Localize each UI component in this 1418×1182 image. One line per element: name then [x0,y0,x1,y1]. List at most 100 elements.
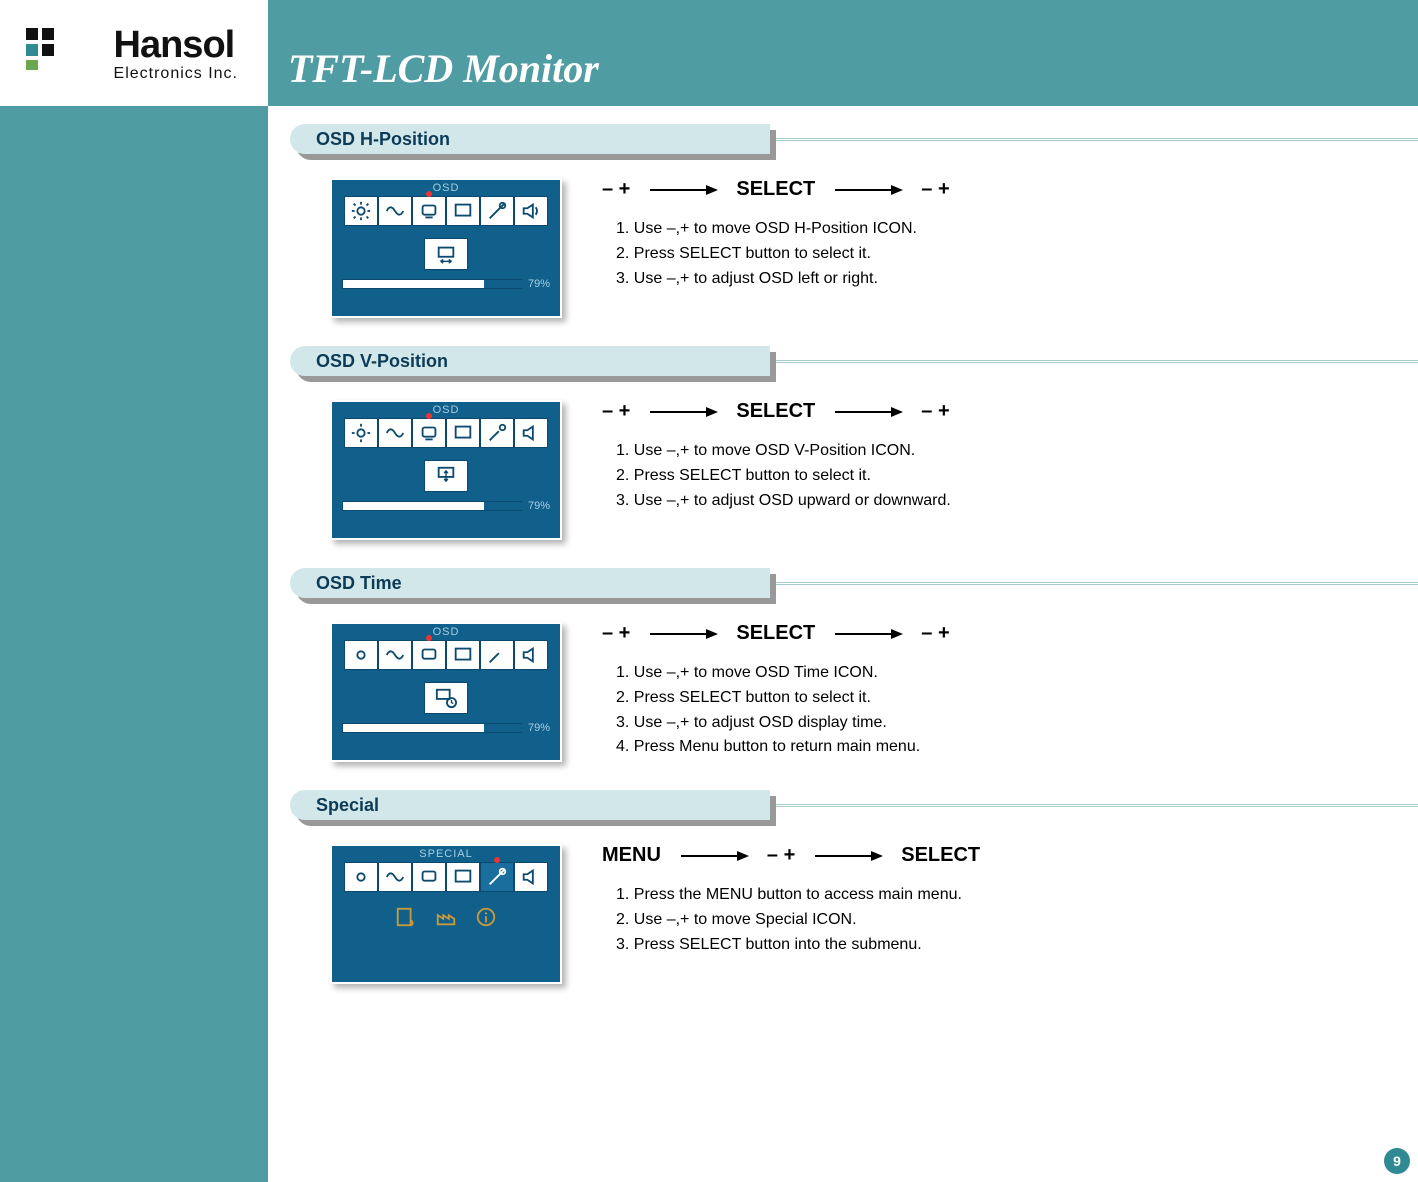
brightness-icon [344,196,378,226]
step: 1. Press the MENU button to access main … [616,883,1418,908]
section-heading: OSD H-Position [290,124,770,154]
step: 1. Use –,+ to move OSD V-Position ICON. [616,439,1418,464]
section-heading: OSD Time [290,568,770,598]
progress-bar [342,723,522,733]
tools-icon [480,418,514,448]
osd-preview-vpos: OSD 79% [330,400,562,540]
osd-panel-label: SPECIAL [332,846,560,862]
adjust-icon [378,862,412,892]
step-list: 1. Use –,+ to move OSD V-Position ICON. … [602,439,1418,513]
hpos-icon [424,238,468,270]
arrow-icon [648,627,718,641]
step: 3. Use –,+ to adjust OSD upward or downw… [616,489,1418,514]
osd-submenu-icon [412,862,446,892]
step: 2. Press SELECT button to select it. [616,242,1418,267]
screen-icon [446,640,480,670]
screen-icon [446,862,480,892]
content-area: OSD H-Position OSD 79% [268,106,1418,1182]
button-flow: – + SELECT – + [602,178,1418,201]
arrow-icon [833,183,903,197]
section-heading: Special [290,790,770,820]
flow-select: SELECT [736,622,815,645]
step-list: 1. Press the MENU button to access main … [602,883,1418,957]
button-flow: – + SELECT – + [602,400,1418,423]
page-number-badge: 9 [1384,1148,1410,1174]
flow-minus-plus: – + [921,178,949,201]
flow-minus-plus: – + [921,400,949,423]
osd-preview-time: OSD 79% [330,622,562,762]
sidebar [0,0,268,1182]
tools-icon [480,862,514,892]
brightness-icon [344,862,378,892]
time-icon [424,682,468,714]
step: 3. Use –,+ to adjust OSD display time. [616,711,1418,736]
progress-bar [342,279,522,289]
flow-minus-plus: – + [602,178,630,201]
osd-preview-hpos: OSD 79% [330,178,562,318]
sound-icon [514,418,548,448]
progress-value: 79% [528,500,550,512]
step: 3. Press SELECT button into the submenu. [616,933,1418,958]
step: 2. Press SELECT button to select it. [616,464,1418,489]
flow-minus-plus: – + [602,400,630,423]
tools-icon [480,640,514,670]
flow-select: SELECT [736,400,815,423]
osd-tab-row [332,196,560,226]
flow-menu: MENU [602,844,661,867]
tools-icon [480,196,514,226]
progress-bar [342,501,522,511]
special-submenu-row [332,906,560,928]
screen-icon [446,418,480,448]
section-osd-v-position: OSD V-Position OSD 79% [290,346,1418,550]
brand-logo: Hansol Electronics Inc. [0,0,268,106]
arrow-icon [648,405,718,419]
flow-select: SELECT [736,178,815,201]
step: 4. Press Menu button to return main menu… [616,735,1418,760]
osd-preview-special: SPECIAL [330,844,562,984]
button-flow: – + SELECT – + [602,622,1418,645]
osd-panel-label: OSD [332,402,560,418]
page-title: TFT-LCD Monitor [288,45,599,92]
adjust-icon [378,418,412,448]
flow-select: SELECT [901,844,980,867]
sound-icon [514,196,548,226]
info-icon [475,906,497,928]
brightness-icon [344,640,378,670]
step: 3. Use –,+ to adjust OSD left or right. [616,267,1418,292]
step: 1. Use –,+ to move OSD Time ICON. [616,661,1418,686]
adjust-icon [378,640,412,670]
step: 2. Press SELECT button to select it. [616,686,1418,711]
section-osd-time: OSD Time OSD 79% [290,568,1418,772]
osd-submenu-icon [412,640,446,670]
osd-panel-label: OSD [332,180,560,196]
step: 2. Use –,+ to move Special ICON. [616,908,1418,933]
osd-panel-label: OSD [332,624,560,640]
step-list: 1. Use –,+ to move OSD Time ICON. 2. Pre… [602,661,1418,760]
flow-minus-plus: – + [602,622,630,645]
section-heading: OSD V-Position [290,346,770,376]
arrow-icon [833,405,903,419]
section-osd-h-position: OSD H-Position OSD 79% [290,124,1418,328]
title-bar: TFT-LCD Monitor [268,0,1418,106]
arrow-icon [813,849,883,863]
osd-submenu-icon [412,418,446,448]
brand-name: Hansol [114,24,235,67]
step-list: 1. Use –,+ to move OSD H-Position ICON. … [602,217,1418,291]
progress-value: 79% [528,722,550,734]
osd-submenu-icon [412,196,446,226]
arrow-icon [679,849,749,863]
sound-icon [514,640,548,670]
step: 1. Use –,+ to move OSD H-Position ICON. [616,217,1418,242]
button-flow: MENU – + SELECT [602,844,1418,867]
brand-sub: Electronics Inc. [114,65,238,83]
recall-icon [395,906,417,928]
adjust-icon [378,196,412,226]
section-special: Special SPECIAL [290,790,1418,994]
arrow-icon [648,183,718,197]
screen-icon [446,196,480,226]
brightness-icon [344,418,378,448]
flow-minus-plus: – + [921,622,949,645]
sound-icon [514,862,548,892]
progress-value: 79% [528,278,550,290]
arrow-icon [833,627,903,641]
